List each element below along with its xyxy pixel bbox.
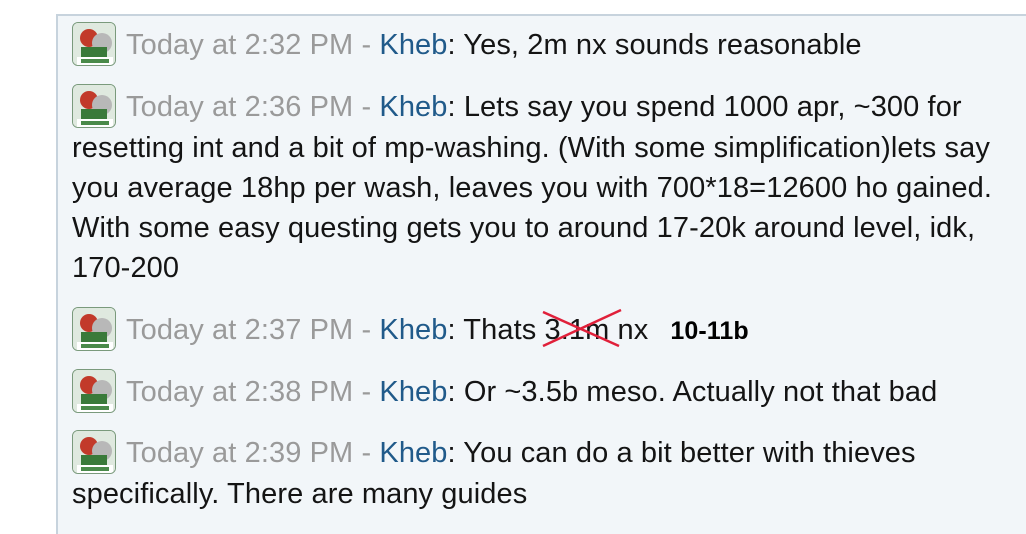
message-timestamp: Today at 2:38 PM	[126, 376, 354, 408]
user-avatar[interactable]	[72, 430, 116, 474]
message-author[interactable]: Kheb	[379, 376, 447, 408]
avatar-image	[73, 431, 115, 473]
timestamp-separator: -	[353, 91, 380, 123]
chat-message: Today at 2:36 PM - Kheb: Lets say you sp…	[72, 84, 1002, 288]
message-text-suffix: nx	[609, 314, 649, 346]
struck-out-value: 3.1m	[541, 308, 622, 350]
message-author[interactable]: Kheb	[379, 314, 447, 346]
message-text: : Yes, 2m nx sounds reasonable	[447, 29, 862, 61]
message-author[interactable]: Kheb	[379, 437, 447, 469]
avatar-image	[73, 308, 115, 350]
timestamp-separator: -	[353, 29, 380, 61]
chat-log: Today at 2:32 PM - Kheb: Yes, 2m nx soun…	[56, 14, 1026, 534]
avatar-image	[73, 85, 115, 127]
struck-text: 3.1m	[544, 314, 610, 346]
avatar-image	[73, 23, 115, 65]
message-text: : Thats	[447, 314, 545, 346]
chat-message: Today at 2:39 PM - Kheb: You can do a bi…	[72, 430, 1002, 514]
user-avatar[interactable]	[72, 84, 116, 128]
timestamp-separator: -	[353, 376, 380, 408]
timestamp-separator: -	[353, 437, 380, 469]
message-author[interactable]: Kheb	[379, 29, 447, 61]
message-text: : Or ~3.5b meso. Actually not that bad	[447, 376, 938, 408]
user-avatar[interactable]	[72, 369, 116, 413]
user-avatar[interactable]	[72, 22, 116, 66]
user-avatar[interactable]	[72, 307, 116, 351]
timestamp-separator: -	[353, 314, 380, 346]
message-timestamp: Today at 2:37 PM	[126, 314, 354, 346]
message-author[interactable]: Kheb	[379, 91, 447, 123]
chat-message: Today at 2:32 PM - Kheb: Yes, 2m nx soun…	[72, 22, 1002, 66]
message-timestamp: Today at 2:32 PM	[126, 29, 354, 61]
handwritten-annotation: 10-11b	[670, 317, 749, 345]
chat-message: Today at 2:38 PM - Kheb: Or ~3.5b meso. …	[72, 369, 1002, 413]
avatar-image	[73, 370, 115, 412]
message-timestamp: Today at 2:36 PM	[126, 91, 354, 123]
message-timestamp: Today at 2:39 PM	[126, 437, 354, 469]
chat-message: Today at 2:37 PM - Kheb: Thats 3.1m nx 10…	[72, 307, 1002, 351]
